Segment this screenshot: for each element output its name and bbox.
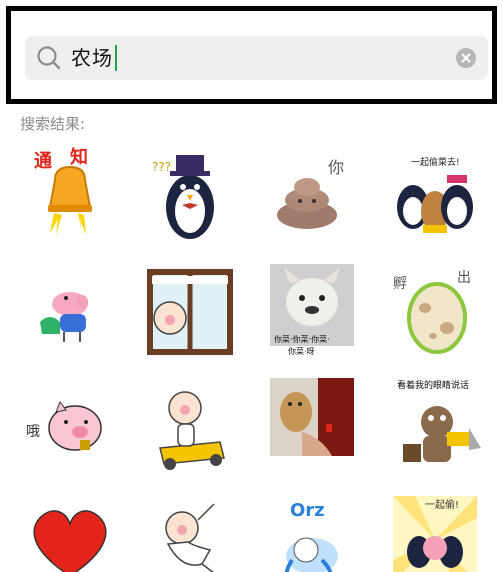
search-query: 农场 <box>71 46 113 70</box>
sticker-penguin-magician[interactable]: ??? <box>140 145 240 245</box>
sticker-red-heart[interactable] <box>20 490 120 572</box>
sticker-peppa-pig-dinosaur[interactable] <box>20 262 120 362</box>
sticker-text: 你菜·呀 <box>288 346 315 356</box>
text-caret <box>115 45 117 71</box>
sticker-text: 一起偷! <box>425 498 459 511</box>
sticker-text: 看着我的眼睛说话 <box>397 379 469 391</box>
sticker-pig-dancing[interactable] <box>140 490 240 572</box>
sticker-grid: 通 知 ??? 你 一起偷菜去! 你菜·你菜·你菜· 你菜·呀 孵 出 哦 看着… <box>0 140 503 572</box>
search-frame: 农场 <box>6 6 497 104</box>
sticker-text: 知 <box>70 146 88 168</box>
sticker-cat-photo[interactable] <box>262 378 362 478</box>
sticker-bulldog-photo[interactable]: 你菜·你菜·你菜· 你菜·呀 <box>262 262 362 362</box>
sticker-pig-at-window[interactable] <box>140 262 240 362</box>
sticker-orz-girl[interactable]: Orz <box>262 490 362 572</box>
sticker-text: 孵 <box>393 276 407 292</box>
sticker-bell-notice[interactable]: 通 知 <box>20 145 120 245</box>
search-bar[interactable]: 农场 <box>25 36 488 80</box>
sticker-poop-ni[interactable]: 你 <box>262 145 362 245</box>
sticker-text: 哦 <box>26 424 40 440</box>
sticker-text: 通 <box>34 151 52 172</box>
sticker-chainsaw-bear[interactable]: 看着我的眼睛说话 <box>385 378 485 478</box>
results-label: 搜索结果: <box>20 115 86 133</box>
sticker-text: ??? <box>152 160 171 174</box>
sticker-text: 出 <box>457 270 471 286</box>
sticker-text: 你 <box>328 158 344 177</box>
search-icon <box>37 46 61 70</box>
sticker-text: Orz <box>290 500 325 521</box>
sticker-egg-hatching[interactable]: 孵 出 <box>385 262 485 362</box>
sticker-group-together[interactable]: 一起偷菜去! <box>385 145 485 245</box>
sticker-group-hug[interactable]: 一起偷! <box>385 490 485 572</box>
sticker-pig-on-mower[interactable] <box>140 378 240 478</box>
sticker-text: 一起偷菜去! <box>411 156 460 168</box>
sticker-pig-oh[interactable]: 哦 <box>20 378 120 478</box>
clear-icon[interactable] <box>456 48 476 68</box>
sticker-text: 你菜·你菜·你菜· <box>274 334 330 344</box>
search-input[interactable]: 农场 <box>71 45 117 71</box>
